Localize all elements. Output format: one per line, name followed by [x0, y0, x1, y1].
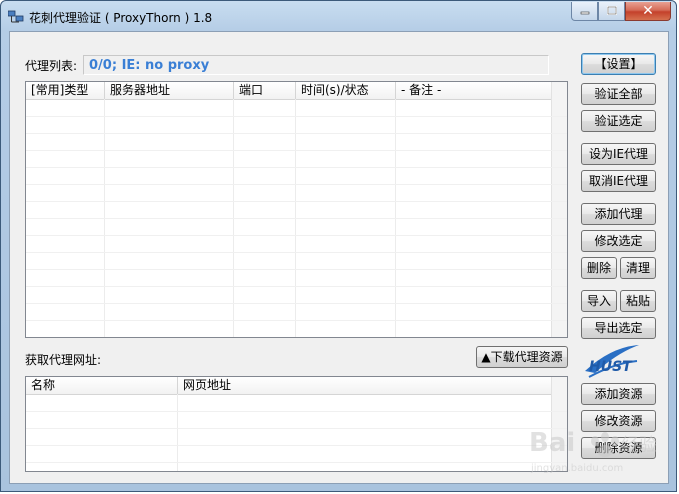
watermark-brand: Bai [529, 428, 575, 458]
grid-row-line [26, 462, 567, 463]
source-url-label: 获取代理网址: [25, 353, 102, 367]
app-window: 花刺代理验证 ( ProxyThorn ) 1.8 ✕ 代理列表: 0/0; I… [0, 0, 677, 492]
clear-button[interactable]: 清理 [620, 257, 656, 279]
add-resource-button[interactable]: 添加资源 [581, 383, 656, 405]
grid-row-line [26, 445, 567, 446]
title-bar[interactable]: 花刺代理验证 ( ProxyThorn ) 1.8 ✕ [1, 1, 676, 31]
set-ie-proxy-button[interactable]: 设为IE代理 [581, 143, 656, 165]
grid-row-line [26, 337, 567, 338]
client-area: 代理列表: 0/0; IE: no proxy [常用]类型 服务器地址 端口 … [9, 31, 669, 484]
download-resources-button[interactable]: ▲下载代理资源 [476, 346, 568, 368]
baidu-jingyan-watermark: Bai 经验 jingyan.baidu.com [529, 428, 657, 474]
grid-row-line [26, 303, 567, 304]
grid-row-line [26, 235, 567, 236]
column-type[interactable]: [常用]类型 [26, 82, 105, 99]
import-button[interactable]: 导入 [581, 290, 617, 312]
export-selected-button[interactable]: 导出选定 [581, 317, 656, 339]
grid-row-line [26, 150, 567, 151]
source-list[interactable]: 名称 网页地址 [25, 376, 568, 472]
window-controls: ✕ [571, 2, 671, 22]
column-note[interactable]: - 备注 - [396, 82, 554, 99]
close-button[interactable]: ✕ [625, 2, 671, 21]
grid-row-line [26, 252, 567, 253]
column-port[interactable]: 端口 [234, 82, 296, 99]
close-icon: ✕ [642, 3, 654, 19]
proxy-status-field: 0/0; IE: no proxy [83, 55, 549, 75]
grid-row-line [26, 201, 567, 202]
maximize-icon [606, 6, 617, 15]
grid-row-line [26, 269, 567, 270]
verify-all-button[interactable]: 验证全部 [581, 83, 656, 105]
watermark-brand-suffix: 经验 [621, 435, 657, 456]
column-url[interactable]: 网页地址 [178, 377, 554, 394]
grid-row-line [26, 218, 567, 219]
network-app-icon [8, 10, 24, 23]
logo-text: HUST [589, 359, 633, 375]
source-list-header: 名称 网页地址 [26, 377, 554, 395]
edit-selected-button[interactable]: 修改选定 [581, 230, 656, 252]
grid-row-line [26, 286, 567, 287]
minimize-icon [580, 11, 589, 15]
grid-row-line [26, 428, 567, 429]
grid-row-line [26, 167, 567, 168]
proxy-list-label: 代理列表: [25, 59, 78, 73]
watermark-url: jingyan.baidu.com [530, 463, 623, 474]
minimize-button[interactable] [571, 2, 598, 21]
verify-selected-button[interactable]: 验证选定 [581, 110, 656, 132]
proxy-list-header: [常用]类型 服务器地址 端口 时间(s)/状态 - 备注 - [26, 82, 554, 100]
column-time-status[interactable]: 时间(s)/状态 [296, 82, 396, 99]
grid-row-line [26, 133, 567, 134]
column-server[interactable]: 服务器地址 [105, 82, 234, 99]
grid-row-line [26, 184, 567, 185]
proxy-list[interactable]: [常用]类型 服务器地址 端口 时间(s)/状态 - 备注 - [25, 81, 568, 338]
settings-button[interactable]: 【设置】 [581, 53, 656, 75]
hust-logo: HUST [585, 345, 639, 378]
grid-row-line [26, 320, 567, 321]
grid-row-line [26, 116, 567, 117]
maximize-button[interactable] [598, 2, 625, 21]
paste-button[interactable]: 粘贴 [620, 290, 656, 312]
grid-line [177, 394, 178, 471]
vertical-scrollbar[interactable] [551, 82, 567, 337]
window-title: 花刺代理验证 ( ProxyThorn ) 1.8 [29, 11, 213, 25]
column-name[interactable]: 名称 [26, 377, 178, 394]
cancel-ie-proxy-button[interactable]: 取消IE代理 [581, 170, 656, 192]
delete-button[interactable]: 删除 [581, 257, 617, 279]
grid-row-line [26, 411, 567, 412]
add-proxy-button[interactable]: 添加代理 [581, 203, 656, 225]
